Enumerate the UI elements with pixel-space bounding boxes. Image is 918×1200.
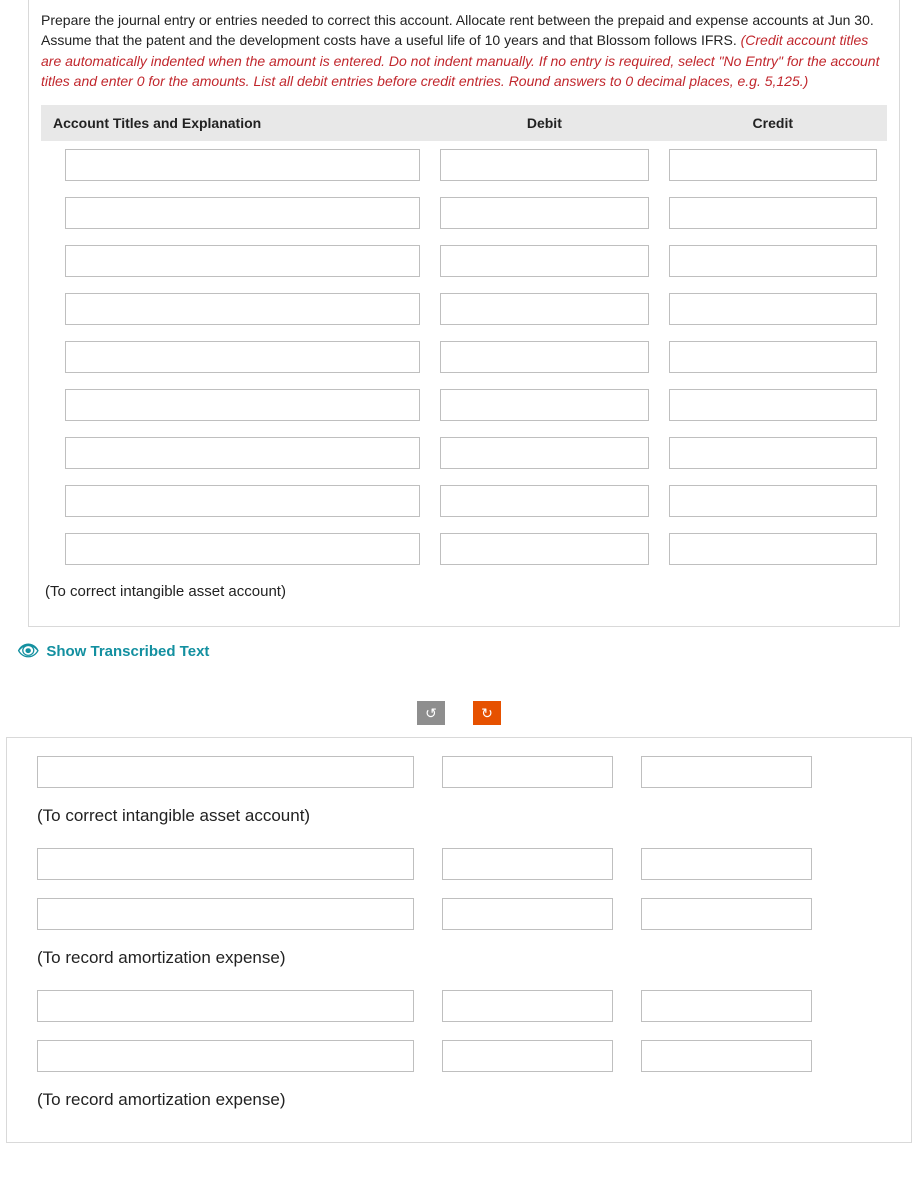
debit-input[interactable] bbox=[442, 848, 613, 880]
credit-input[interactable] bbox=[641, 990, 812, 1022]
group-label: (To correct intangible asset account) bbox=[37, 806, 893, 826]
answer-row bbox=[37, 848, 893, 880]
credit-input[interactable] bbox=[669, 245, 877, 277]
debit-input[interactable] bbox=[442, 898, 613, 930]
group-label: (To record amortization expense) bbox=[37, 1090, 893, 1110]
group-label: (To record amortization expense) bbox=[37, 948, 893, 968]
table-row bbox=[41, 285, 887, 333]
credit-input[interactable] bbox=[641, 1040, 812, 1072]
credit-input[interactable] bbox=[669, 485, 877, 517]
debit-input[interactable] bbox=[440, 389, 648, 421]
credit-input[interactable] bbox=[641, 848, 812, 880]
account-input[interactable] bbox=[37, 848, 414, 880]
next-button[interactable]: ↻ bbox=[473, 701, 501, 725]
answer-row bbox=[37, 756, 893, 788]
account-input[interactable] bbox=[65, 437, 420, 469]
debit-input[interactable] bbox=[440, 197, 648, 229]
account-input[interactable] bbox=[65, 293, 420, 325]
answer-row bbox=[37, 898, 893, 930]
debit-input[interactable] bbox=[440, 245, 648, 277]
credit-input[interactable] bbox=[669, 197, 877, 229]
debit-input[interactable] bbox=[440, 437, 648, 469]
table-row bbox=[41, 429, 887, 477]
prev-button[interactable]: ↺ bbox=[417, 701, 445, 725]
footnote-text: (To correct intangible asset account) bbox=[41, 573, 887, 610]
question-card: Prepare the journal entry or entries nee… bbox=[28, 0, 900, 627]
table-row bbox=[41, 141, 887, 189]
account-input[interactable] bbox=[65, 485, 420, 517]
credit-input[interactable] bbox=[669, 341, 877, 373]
account-input[interactable] bbox=[37, 756, 414, 788]
journal-entry-table: Account Titles and Explanation Debit Cre… bbox=[41, 105, 887, 610]
credit-input[interactable] bbox=[641, 898, 812, 930]
show-transcribed-toggle[interactable]: 👁 Show Transcribed Text bbox=[18, 641, 918, 661]
table-row bbox=[41, 477, 887, 525]
credit-input[interactable] bbox=[641, 756, 812, 788]
answer-row bbox=[37, 1040, 893, 1072]
show-transcribed-label: Show Transcribed Text bbox=[46, 643, 209, 660]
debit-input[interactable] bbox=[442, 990, 613, 1022]
debit-input[interactable] bbox=[440, 341, 648, 373]
table-row bbox=[41, 525, 887, 573]
account-input[interactable] bbox=[65, 197, 420, 229]
debit-input[interactable] bbox=[442, 1040, 613, 1072]
debit-input[interactable] bbox=[440, 293, 648, 325]
account-input[interactable] bbox=[65, 533, 420, 565]
footnote-row: (To correct intangible asset account) bbox=[41, 573, 887, 610]
account-input[interactable] bbox=[37, 898, 414, 930]
account-input[interactable] bbox=[65, 245, 420, 277]
credit-input[interactable] bbox=[669, 437, 877, 469]
debit-input[interactable] bbox=[442, 756, 613, 788]
eye-icon: 👁 bbox=[17, 641, 39, 661]
credit-input[interactable] bbox=[669, 533, 877, 565]
credit-input[interactable] bbox=[669, 293, 877, 325]
question-instructions: Prepare the journal entry or entries nee… bbox=[41, 10, 887, 91]
account-input[interactable] bbox=[65, 341, 420, 373]
table-row bbox=[41, 333, 887, 381]
account-input[interactable] bbox=[65, 389, 420, 421]
table-row bbox=[41, 237, 887, 285]
col-header-account: Account Titles and Explanation bbox=[41, 105, 430, 141]
credit-input[interactable] bbox=[669, 389, 877, 421]
table-row bbox=[41, 189, 887, 237]
debit-input[interactable] bbox=[440, 149, 648, 181]
nav-buttons: ↺ ↻ bbox=[0, 701, 918, 725]
col-header-credit: Credit bbox=[659, 105, 887, 141]
answer-row bbox=[37, 990, 893, 1022]
debit-input[interactable] bbox=[440, 485, 648, 517]
account-input[interactable] bbox=[37, 1040, 414, 1072]
account-input[interactable] bbox=[37, 990, 414, 1022]
answer-card: (To correct intangible asset account) (T… bbox=[6, 737, 912, 1143]
account-input[interactable] bbox=[65, 149, 420, 181]
debit-input[interactable] bbox=[440, 533, 648, 565]
table-row bbox=[41, 381, 887, 429]
col-header-debit: Debit bbox=[430, 105, 658, 141]
credit-input[interactable] bbox=[669, 149, 877, 181]
